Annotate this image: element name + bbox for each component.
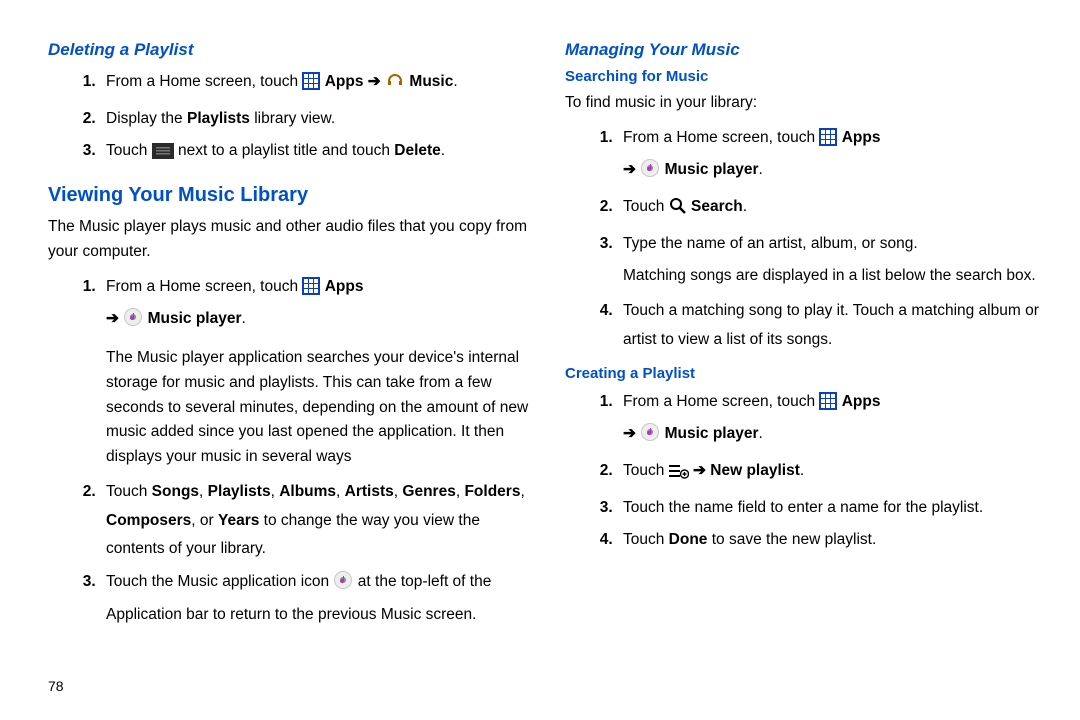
heading-deleting-playlist: Deleting a Playlist [48, 40, 535, 60]
arrow-icon: ➔ [623, 161, 640, 178]
list-item: From a Home screen, touch Apps ➔ Music p… [100, 273, 535, 470]
list-item: Touch next to a playlist title and touch… [100, 137, 535, 170]
list-item: From a Home screen, touch Apps ➔ Music p… [617, 124, 1052, 189]
creating-playlist-steps: From a Home screen, touch Apps ➔ Music p… [565, 388, 1052, 555]
music-player-disc-icon [640, 422, 660, 453]
heading-creating-playlist: Creating a Playlist [565, 365, 1052, 382]
arrow-icon: ➔ [106, 310, 123, 327]
apps-grid-icon [302, 72, 320, 101]
viewing-library-steps: From a Home screen, touch Apps ➔ Music p… [48, 273, 535, 630]
list-item: Touch a matching song to play it. Touch … [617, 297, 1052, 354]
page-number: 78 [48, 678, 64, 694]
apps-grid-icon [302, 277, 320, 306]
body-text: The Music player application searches yo… [106, 346, 535, 470]
heading-searching-music: Searching for Music [565, 68, 1052, 85]
search-icon [669, 197, 687, 226]
heading-viewing-library: Viewing Your Music Library [48, 184, 535, 207]
searching-music-steps: From a Home screen, touch Apps ➔ Music p… [565, 124, 1052, 355]
music-player-disc-icon [640, 158, 660, 189]
list-item: Touch ➔ New playlist. [617, 457, 1052, 490]
body-text: The Music player plays music and other a… [48, 215, 535, 265]
arrow-icon: ➔ [693, 462, 710, 479]
page-content: Deleting a Playlist From a Home screen, … [0, 0, 1080, 643]
deleting-playlist-steps: From a Home screen, touch Apps ➔ Music. … [48, 68, 535, 170]
headphones-icon [385, 72, 405, 101]
menu-plus-icon [669, 461, 689, 490]
body-text: To find music in your library: [565, 91, 1052, 116]
apps-grid-icon [819, 392, 837, 421]
list-item: Touch the name field to enter a name for… [617, 494, 1052, 523]
list-item: Touch Search. [617, 193, 1052, 226]
menu-dark-icon [152, 141, 174, 170]
left-column: Deleting a Playlist From a Home screen, … [48, 40, 535, 633]
list-item: Touch the Music application icon at the … [100, 568, 535, 629]
list-item: Type the name of an artist, album, or so… [617, 230, 1052, 289]
right-column: Managing Your Music Searching for Music … [565, 40, 1052, 633]
arrow-icon: ➔ [368, 73, 385, 90]
list-item: Display the Playlists library view. [100, 105, 535, 134]
list-item: Touch Done to save the new playlist. [617, 526, 1052, 555]
list-item: From a Home screen, touch Apps ➔ Music p… [617, 388, 1052, 453]
list-item: From a Home screen, touch Apps ➔ Music. [100, 68, 535, 101]
arrow-icon: ➔ [623, 425, 640, 442]
music-player-disc-icon [123, 307, 143, 338]
list-item: Touch Songs, Playlists, Albums, Artists,… [100, 478, 535, 564]
body-text: Matching songs are displayed in a list b… [623, 264, 1052, 289]
heading-managing-music: Managing Your Music [565, 40, 1052, 60]
music-player-disc-icon [333, 570, 353, 601]
apps-grid-icon [819, 128, 837, 157]
